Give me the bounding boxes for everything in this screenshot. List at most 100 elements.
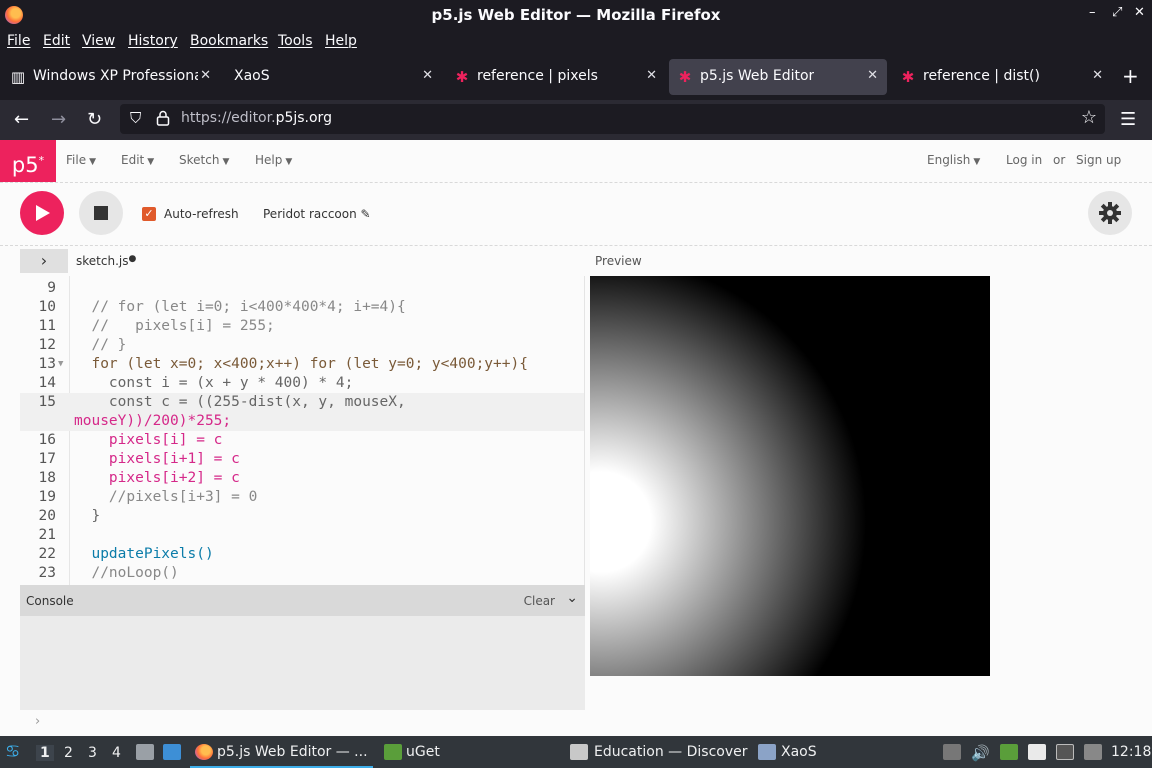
code-line: 11 // pixels[i] = 255;: [38, 318, 275, 334]
signup-link[interactable]: Sign up: [1076, 153, 1121, 167]
p5-asterisk-icon: ✱: [901, 68, 915, 86]
settings-button[interactable]: [1088, 191, 1132, 235]
discover-icon: [570, 744, 588, 760]
chevron-down-icon[interactable]: ⌄: [566, 590, 578, 606]
maximize-button[interactable]: ⤢: [1112, 5, 1122, 20]
p5-logo[interactable]: p5*: [0, 140, 56, 182]
menu-view[interactable]: View: [82, 33, 115, 49]
display-icon[interactable]: [1056, 744, 1074, 760]
tab-label: reference | dist(): [923, 68, 1040, 84]
tab-reference-pixels[interactable]: ✱ reference | pixels ✕: [446, 59, 666, 95]
menu-edit[interactable]: Edit: [43, 33, 70, 49]
task-p5js-web-editor[interactable]: p5.js Web Editor — ...: [190, 736, 373, 768]
bookmark-star-icon[interactable]: ☆: [1081, 107, 1097, 128]
menu-bookmarks[interactable]: Bookmarks: [190, 33, 268, 49]
desktop-4[interactable]: 4: [112, 745, 121, 761]
forward-icon[interactable]: →: [51, 109, 66, 130]
code-line: 13 ▼ for (let x=0; x<400;x++) for (let y=…: [38, 355, 528, 374]
tab-xaos[interactable]: XaoS ✕: [222, 59, 442, 95]
divider: [0, 245, 1152, 246]
code-line: 12 // }: [38, 337, 127, 353]
tab-label: reference | pixels: [477, 68, 598, 84]
chevron-right-icon: ›: [40, 251, 48, 270]
menu-file[interactable]: File: [7, 33, 30, 49]
tab-reference-dist[interactable]: ✱ reference | dist() ✕: [892, 59, 1112, 95]
new-tab-button[interactable]: +: [1122, 64, 1139, 88]
close-icon[interactable]: ✕: [1092, 68, 1103, 83]
p5-asterisk-icon: ✱: [455, 68, 469, 86]
auto-refresh-checkbox[interactable]: ✓: [142, 207, 156, 221]
console-clear-button[interactable]: Clear: [524, 594, 555, 608]
preview-label: Preview: [595, 254, 642, 268]
lock-icon[interactable]: [156, 110, 170, 126]
stop-button[interactable]: [79, 191, 123, 235]
sketch-preview-canvas[interactable]: [590, 276, 990, 676]
close-icon[interactable]: ✕: [200, 68, 211, 83]
file-tab-sketch[interactable]: sketch.js●: [76, 254, 136, 268]
code-line: 21: [38, 527, 56, 543]
p5-menu-edit[interactable]: Edit ▼: [121, 153, 154, 167]
task-uget[interactable]: uGet: [380, 736, 530, 768]
window-title: p5.js Web Editor — Mozilla Firefox: [431, 6, 721, 24]
code-line: 16 pixels[i] = c: [38, 432, 223, 448]
back-icon[interactable]: ←: [14, 109, 29, 130]
calendar-icon[interactable]: [1084, 744, 1102, 760]
chevron-down-icon: ▼: [147, 157, 155, 167]
url-bar[interactable]: ⛉ https://editor.p5js.org ☆: [120, 104, 1105, 134]
code-editor[interactable]: 9 10 // for (let i=0; i<400*400*4; i+=4)…: [20, 276, 585, 585]
p5-menu-help[interactable]: Help ▼: [255, 153, 292, 167]
task-education-discover[interactable]: Education — Discover: [568, 736, 748, 768]
task-label: uGet: [406, 744, 440, 760]
minimize-button[interactable]: –: [1089, 5, 1096, 20]
fold-arrow-icon[interactable]: ▼: [58, 355, 63, 374]
task-xaos[interactable]: XaoS: [756, 736, 846, 768]
app-launcher-icon[interactable]: ♋: [5, 742, 27, 762]
code-line: 18 pixels[i+2] = c: [38, 470, 240, 486]
language-selector[interactable]: English ▼: [927, 153, 980, 167]
sketch-name[interactable]: Peridot raccoon ✎: [263, 207, 371, 221]
menu-help[interactable]: Help: [325, 33, 357, 49]
firefox-icon: [195, 744, 213, 760]
tab-p5js-web-editor[interactable]: ✱ p5.js Web Editor ✕: [669, 59, 887, 95]
app-menu-icon[interactable]: ☰: [1120, 109, 1136, 130]
stop-icon: [94, 206, 108, 220]
sidebar-toggle-button[interactable]: ›: [20, 249, 68, 273]
close-icon[interactable]: ✕: [867, 68, 878, 83]
desktop-3[interactable]: 3: [88, 745, 97, 761]
url-text[interactable]: https://editor.p5js.org: [181, 110, 332, 126]
reload-icon[interactable]: ↻: [87, 109, 102, 130]
shield-icon[interactable]: ⛉: [130, 109, 141, 127]
desktop-1[interactable]: 1: [36, 745, 54, 761]
uget-icon: [384, 744, 402, 760]
clock[interactable]: 12:18: [1111, 744, 1151, 760]
close-icon[interactable]: ✕: [646, 68, 657, 83]
uget-tray-icon[interactable]: [1000, 744, 1018, 760]
play-icon: [36, 205, 50, 221]
code-area[interactable]: 9 10 // for (let i=0; i<400*400*4; i+=4)…: [20, 279, 584, 583]
code-line: 17 pixels[i+1] = c: [38, 451, 240, 467]
menubar: File Edit View History Bookmarks Tools H…: [0, 30, 1152, 54]
code-line: 20 }: [38, 508, 101, 524]
desktop-2[interactable]: 2: [64, 745, 73, 761]
menu-history[interactable]: History: [128, 33, 178, 49]
close-icon[interactable]: ✕: [422, 68, 433, 83]
console-input[interactable]: ›: [20, 710, 585, 736]
menu-tools[interactable]: Tools: [278, 33, 313, 49]
p5-menu-sketch[interactable]: Sketch ▼: [179, 153, 229, 167]
console-label: Console: [26, 594, 74, 608]
close-button[interactable]: ✕: [1134, 5, 1145, 20]
file-manager-icon[interactable]: [136, 744, 154, 760]
tab-windows-xp[interactable]: ▥ Windows XP Professional ✕: [2, 59, 220, 95]
chevron-down-icon: ▼: [285, 157, 293, 167]
volume-icon[interactable]: 🔊: [971, 744, 990, 762]
show-desktop-icon[interactable]: [163, 744, 181, 760]
auto-refresh-label: Auto-refresh: [164, 207, 239, 221]
code-line: 22 updatePixels(): [38, 546, 214, 562]
window-titlebar: p5.js Web Editor — Mozilla Firefox – ⤢ ✕: [0, 0, 1152, 30]
notes-icon[interactable]: [1028, 744, 1046, 760]
clipboard-icon[interactable]: [943, 744, 961, 760]
play-button[interactable]: [20, 191, 64, 235]
p5-menu-file[interactable]: File ▼: [66, 153, 96, 167]
login-link[interactable]: Log in: [1006, 153, 1042, 167]
pencil-icon[interactable]: ✎: [361, 207, 371, 221]
